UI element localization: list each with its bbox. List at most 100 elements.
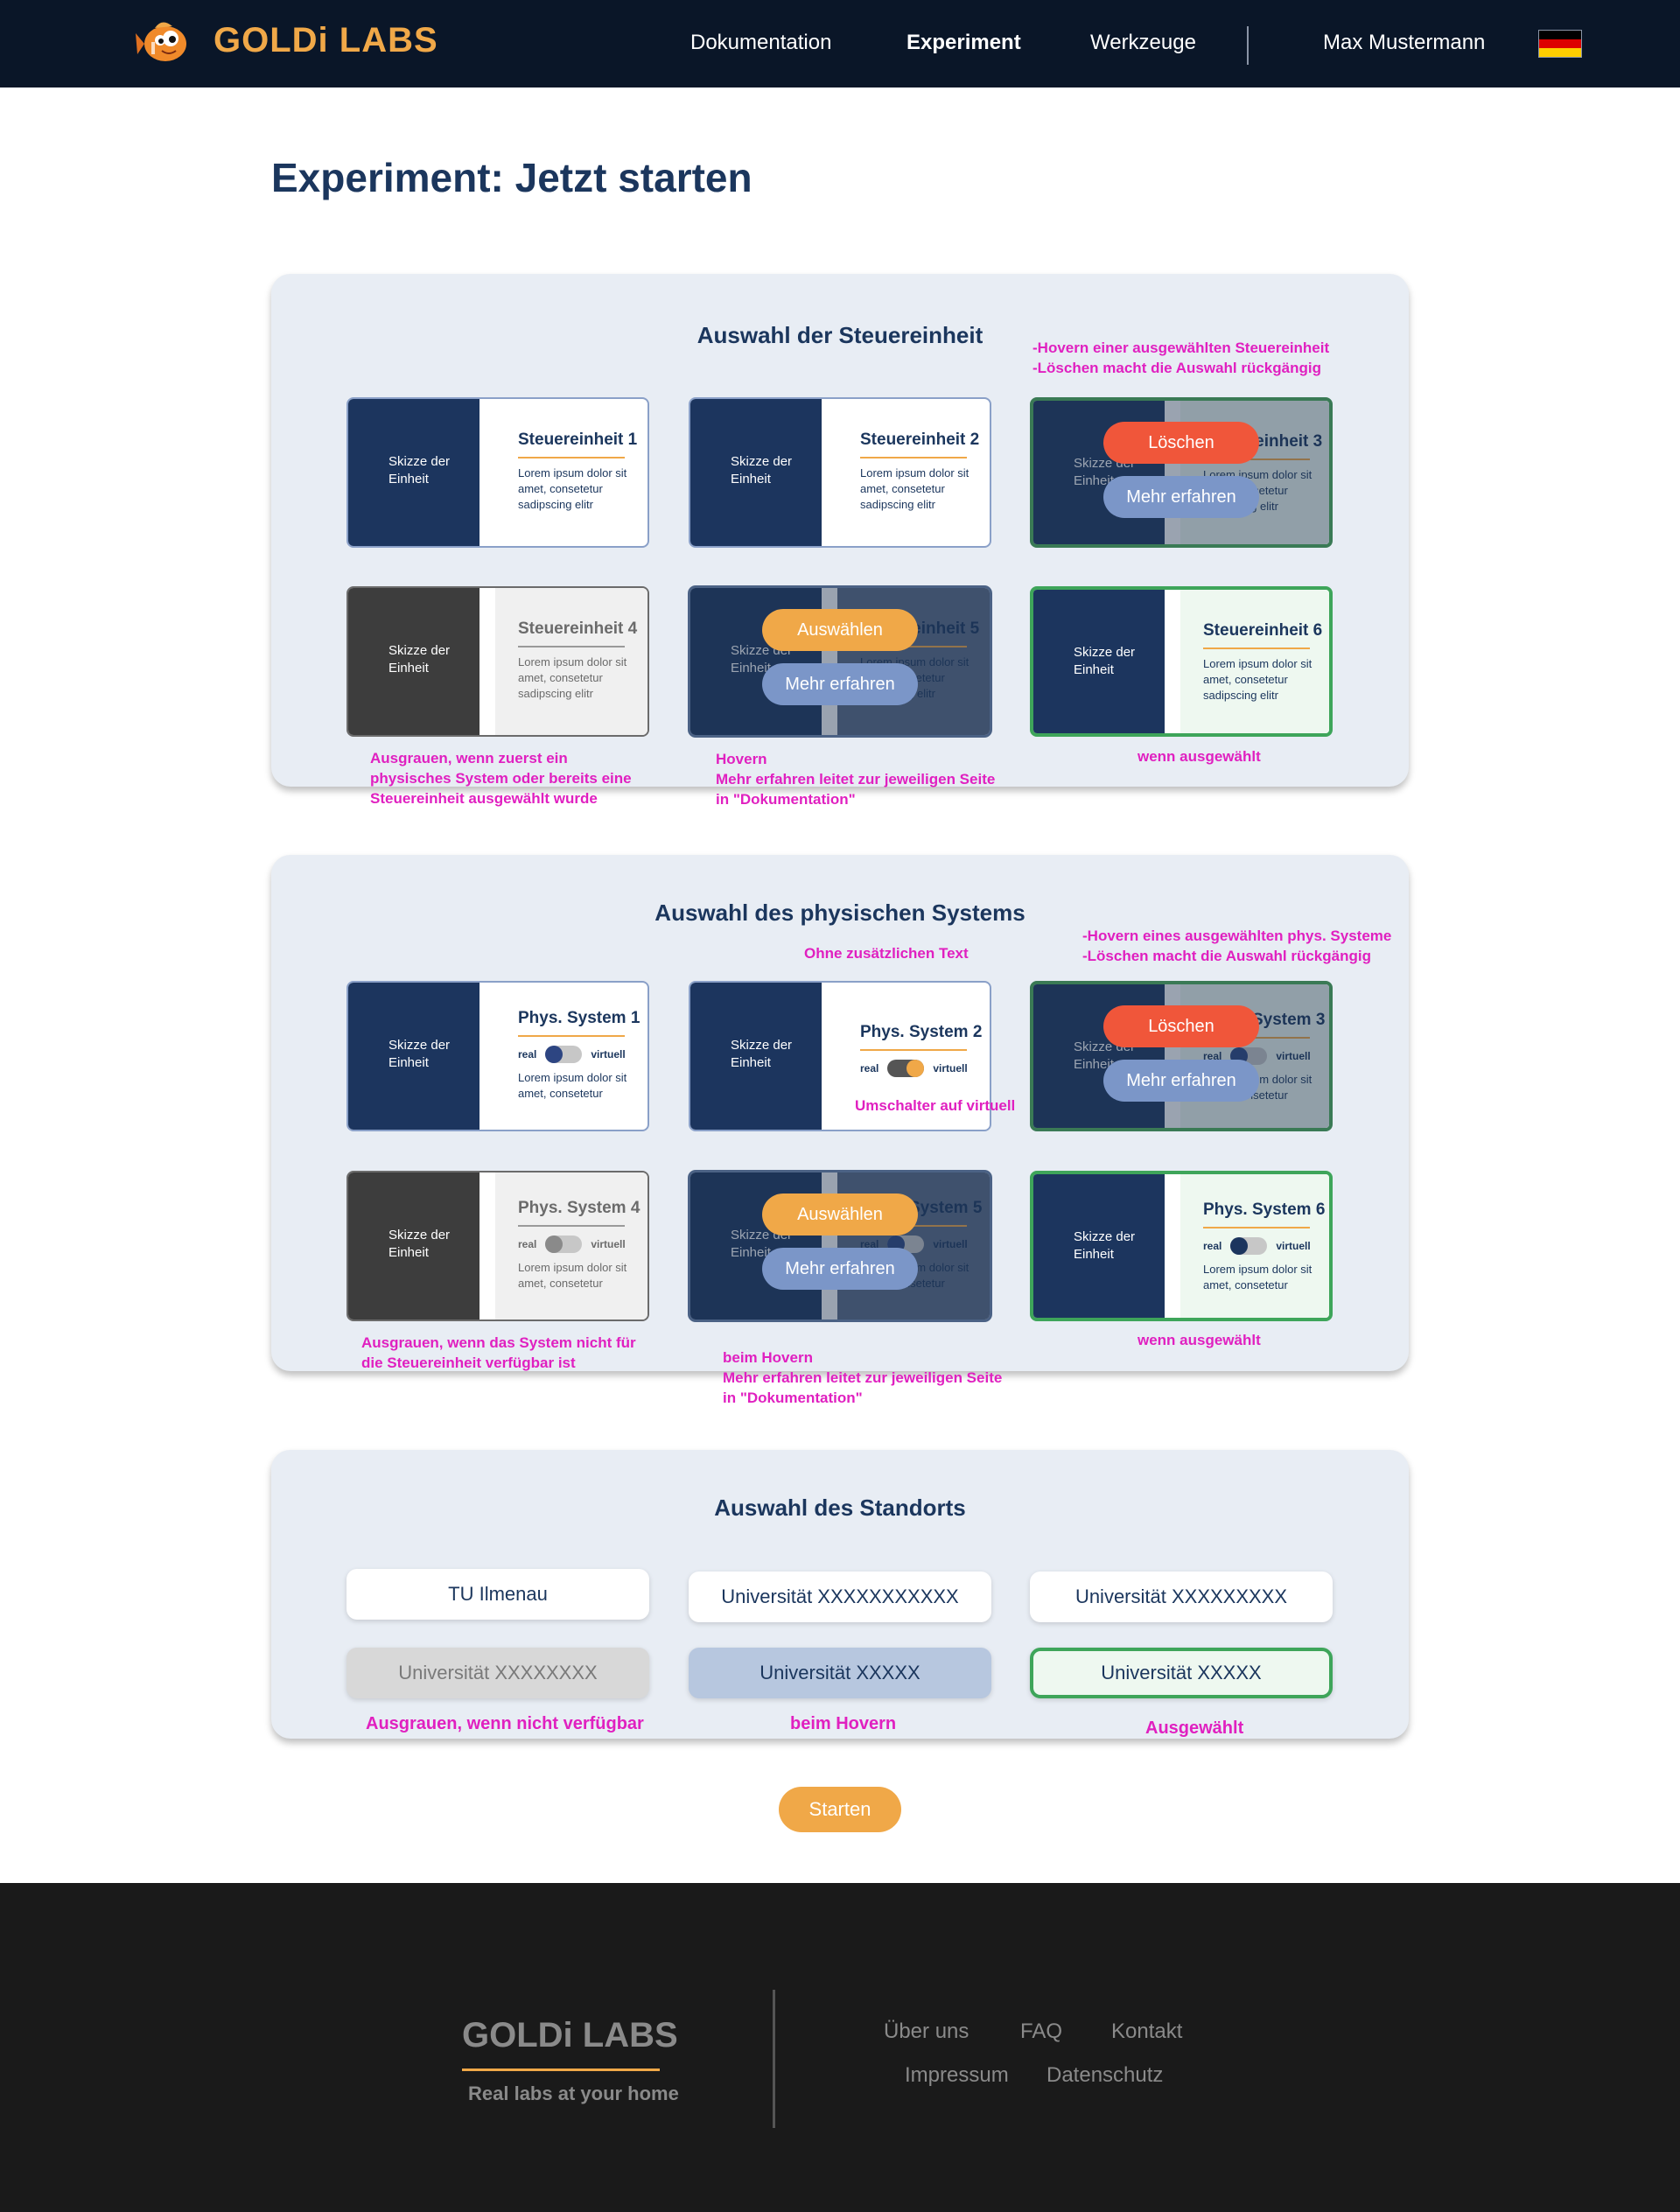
card-title: Phys. System 4 xyxy=(518,1199,640,1227)
toggle-knob xyxy=(906,1060,925,1077)
toggle-switch[interactable] xyxy=(1230,1237,1268,1255)
card-title: Phys. System 2 xyxy=(860,1023,982,1051)
footer-link-datenschutz[interactable]: Datenschutz xyxy=(1046,2063,1163,2088)
delete-button[interactable]: Löschen xyxy=(1103,1005,1259,1047)
toggle-label-virtual: virtuell xyxy=(1276,1240,1311,1252)
card-description: Lorem ipsum dolor sit amet, consetetur s… xyxy=(518,466,627,511)
location-option-disabled: Universität XXXXXXXX xyxy=(346,1648,649,1698)
card-normal[interactable]: Skizze der Einheit Steuereinheit 1 Lorem i… xyxy=(346,397,649,548)
footer-divider xyxy=(773,1990,775,2128)
location-option[interactable]: TU Ilmenau xyxy=(346,1569,649,1620)
annotation-hover: beim Hovern Mehr erfahren leitet zur jew… xyxy=(723,1349,1003,1406)
location-option-selected[interactable]: Universität XXXXX xyxy=(1030,1648,1333,1698)
footer-link-impressum[interactable]: Impressum xyxy=(905,2063,1009,2088)
learn-more-button[interactable]: Mehr erfahren xyxy=(762,1248,918,1290)
nav-dokumentation[interactable]: Dokumentation xyxy=(690,31,831,55)
card-description: Lorem ipsum dolor sit amet, consetetur s… xyxy=(518,655,627,700)
card-hover[interactable]: Skizze der Einheit Phys. System 5 real virt… xyxy=(689,1171,991,1321)
learn-more-button[interactable]: Mehr erfahren xyxy=(1103,476,1259,518)
card-body: Steuereinheit 6 Lorem ipsum dolor sit ame… xyxy=(1180,590,1329,733)
user-name[interactable]: Max Mustermann xyxy=(1323,31,1485,55)
annotation-disabled: Ausgrauen, wenn zuerst ein physisches Sy… xyxy=(370,750,632,807)
real-virtual-toggle[interactable]: real virtuell xyxy=(860,1060,990,1077)
card-title: Steuereinheit 1 xyxy=(518,430,637,458)
page-title: Experiment: Jetzt starten xyxy=(271,155,752,200)
annotation-hover: Hovern Mehr erfahren leitet zur jeweilig… xyxy=(716,751,996,808)
logo-text[interactable]: GOLDi LABS xyxy=(214,21,438,60)
footer-tagline: Real labs at your home xyxy=(468,2082,679,2104)
annotation-hover: beim Hovern xyxy=(790,1714,897,1733)
location-option[interactable]: Universität XXXXXXXXXXX xyxy=(689,1572,991,1622)
card-selected[interactable]: Skizze der Einheit Phys. System 6 real virt… xyxy=(1030,1171,1333,1321)
annotation-toggle: Umschalter auf virtuell xyxy=(855,1097,1016,1114)
card-selected-hover[interactable]: Skizze der Einheit Steuereinheit 3 Lorem i… xyxy=(1030,397,1333,548)
card-hover[interactable]: Skizze der Einheit Steuereinheit 5 Lorem i… xyxy=(689,586,991,737)
toggle-label-real: real xyxy=(518,1048,537,1060)
card-sketch: Skizze der Einheit xyxy=(348,983,480,1130)
learn-more-button[interactable]: Mehr erfahren xyxy=(1103,1060,1259,1102)
annotation-disabled: Ausgrauen, wenn nicht verfügbar xyxy=(366,1714,644,1733)
card-body: Steuereinheit 4 Lorem ipsum dolor sit ame… xyxy=(495,588,648,735)
delete-button[interactable]: Löschen xyxy=(1103,422,1259,464)
top-navbar: GOLDi LABS Dokumentation Experiment Werk… xyxy=(0,0,1680,88)
select-button[interactable]: Auswählen xyxy=(762,1194,918,1236)
footer-logo[interactable]: GOLDi LABS xyxy=(462,2016,678,2055)
annotation-selected-hover: -Hovern einer ausgewählten Steuereinheit… xyxy=(1032,340,1330,376)
footer-link-faq[interactable]: FAQ xyxy=(1020,2020,1062,2044)
real-virtual-toggle[interactable]: real virtuell xyxy=(518,1046,648,1063)
toggle-label-virtual: virtuell xyxy=(591,1238,626,1250)
card-sketch: Skizze der Einheit xyxy=(690,983,822,1130)
nav-werkzeuge[interactable]: Werkzeuge xyxy=(1090,31,1196,55)
card-body: Steuereinheit 1 Lorem ipsum dolor sit ame… xyxy=(495,399,648,546)
card-sketch: Skizze der Einheit xyxy=(1033,590,1165,733)
card-title: Steuereinheit 4 xyxy=(518,620,637,648)
nav-experiment[interactable]: Experiment xyxy=(906,31,1021,55)
real-virtual-toggle[interactable]: real virtuell xyxy=(1203,1237,1329,1255)
card-sketch: Skizze der Einheit xyxy=(348,399,480,546)
card-disabled: Skizze der Einheit Steuereinheit 4 Lorem i… xyxy=(346,586,649,737)
annotation-selected: Ausgewählt xyxy=(1145,1718,1244,1738)
location-option[interactable]: Universität XXXXXXXXX xyxy=(1030,1572,1333,1622)
card-selected-hover[interactable]: Skizze der Einheit Phys. System 3 real virt… xyxy=(1030,981,1333,1131)
card-disabled: Skizze der Einheit Phys. System 4 real virt… xyxy=(346,1171,649,1321)
toggle-knob xyxy=(545,1236,564,1253)
card-title: Steuereinheit 2 xyxy=(860,430,979,458)
footer-link-kontakt[interactable]: Kontakt xyxy=(1111,2020,1182,2044)
learn-more-button[interactable]: Mehr erfahren xyxy=(762,663,918,705)
card-sketch: Skizze der Einheit xyxy=(348,588,480,735)
card-selected[interactable]: Skizze der Einheit Steuereinheit 6 Lorem i… xyxy=(1030,586,1333,737)
fish-logo-icon[interactable] xyxy=(136,16,192,68)
toggle-label-virtual: virtuell xyxy=(591,1048,626,1060)
toggle-label-real: real xyxy=(518,1238,537,1250)
select-button[interactable]: Auswählen xyxy=(762,609,918,651)
annotation-no-text: Ohne zusätzlichen Text xyxy=(804,945,969,962)
card-sketch: Skizze der Einheit xyxy=(1033,1174,1165,1318)
toggle-knob xyxy=(1230,1237,1249,1255)
start-button[interactable]: Starten xyxy=(779,1787,901,1832)
annotation-selected-hover: -Hovern eines ausgewählten phys. Systeme… xyxy=(1082,928,1392,964)
footer-link-ueber-uns[interactable]: Über uns xyxy=(884,2020,969,2044)
card-description: Lorem ipsum dolor sit amet, consetetur xyxy=(518,1261,627,1290)
toggle-switch[interactable] xyxy=(545,1236,583,1253)
card-description: Lorem ipsum dolor sit amet, consetetur xyxy=(518,1071,627,1100)
system-section-title: Auswahl des physischen Systems xyxy=(654,900,1026,926)
card-body: Phys. System 1 real virtuell Lorem ipsum do… xyxy=(495,983,648,1130)
card-sketch: Skizze der Einheit xyxy=(348,1172,480,1320)
card-description: Lorem ipsum dolor sit amet, consetetur s… xyxy=(860,466,970,511)
toggle-label-real: real xyxy=(1203,1240,1222,1252)
card-body: Steuereinheit 2 Lorem ipsum dolor sit ame… xyxy=(837,399,990,546)
toggle-switch[interactable] xyxy=(887,1060,925,1077)
footer xyxy=(0,1883,1680,2212)
card-sketch: Skizze der Einheit xyxy=(690,399,822,546)
card-normal[interactable]: Skizze der Einheit Phys. System 1 real virt… xyxy=(346,981,649,1131)
location-option-hover[interactable]: Universität XXXXX xyxy=(689,1648,991,1698)
card-normal[interactable]: Skizze der Einheit Steuereinheit 2 Lorem i… xyxy=(689,397,991,548)
real-virtual-toggle[interactable]: real virtuell xyxy=(518,1236,648,1253)
card-body: Phys. System 4 real virtuell Lorem ipsum do… xyxy=(495,1172,648,1320)
card-title: Steuereinheit 6 xyxy=(1203,621,1322,649)
german-flag-icon[interactable] xyxy=(1538,30,1582,58)
toggle-label-real: real xyxy=(860,1062,879,1074)
card-title: Phys. System 1 xyxy=(518,1009,640,1037)
toggle-switch[interactable] xyxy=(545,1046,583,1063)
nav-divider xyxy=(1247,26,1249,65)
